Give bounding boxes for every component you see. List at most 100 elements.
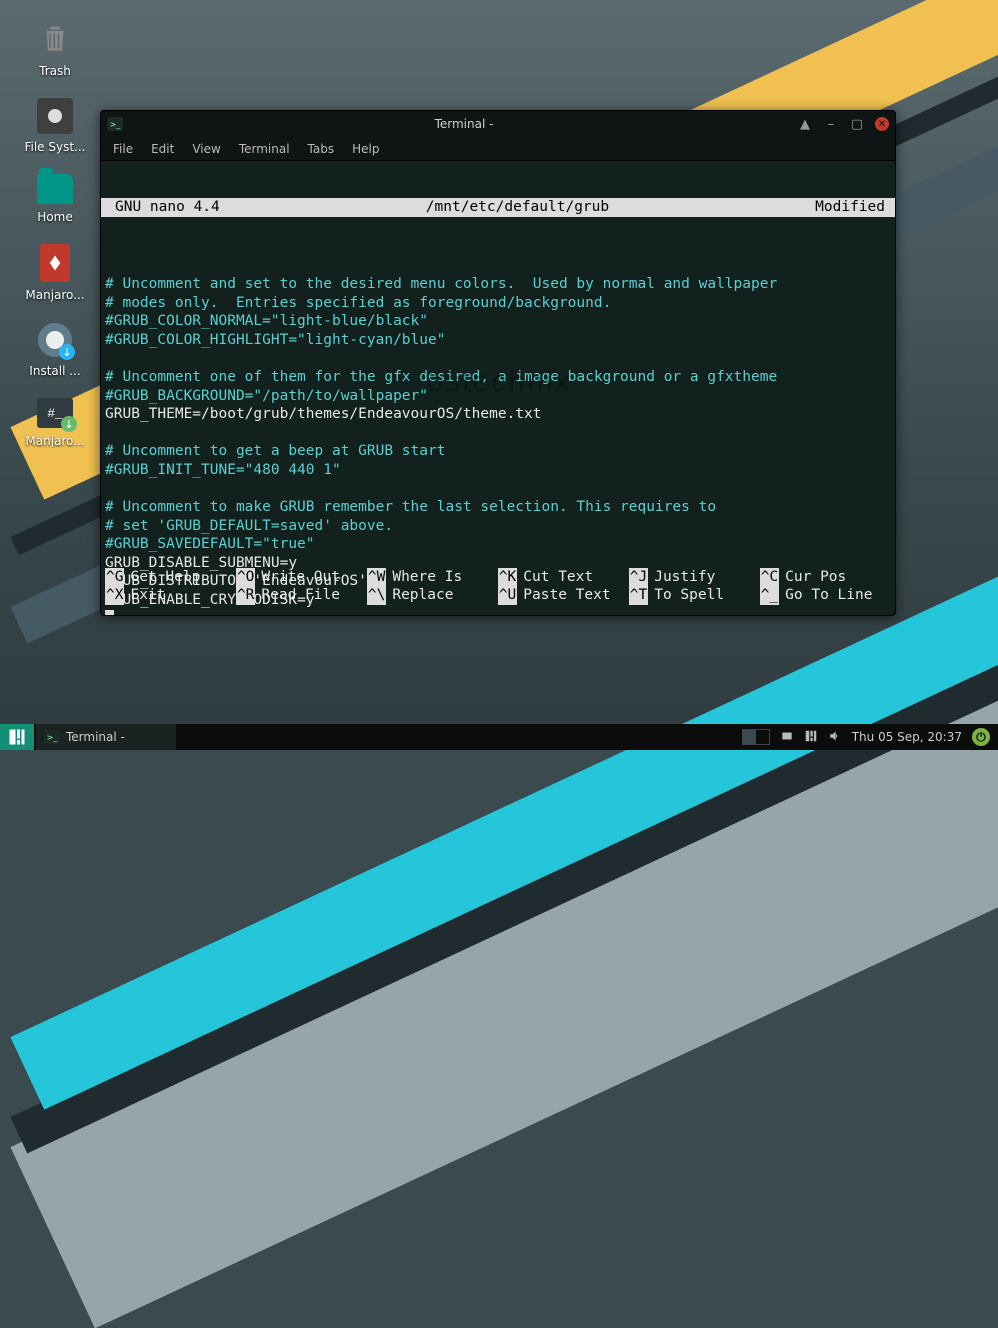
nano-shortcut: ^OWrite Out [236, 568, 367, 587]
nano-shortcut-key: ^R [236, 586, 255, 605]
nano-line: # Uncomment to get a beep at GRUB start [105, 442, 891, 461]
desktop-icon-label: Trash [18, 64, 92, 78]
installer-icon: ↓ [37, 322, 73, 358]
nano-line: #GRUB_INIT_TUNE="480 440 1" [105, 461, 891, 480]
nano-line: # set 'GRUB_DEFAULT=saved' above. [105, 517, 891, 536]
nano-shortcut: ^WWhere Is [367, 568, 498, 587]
nano-shortcut: ^UPaste Text [498, 586, 629, 605]
desktop-icon-home[interactable]: Home [18, 174, 92, 224]
volume-icon[interactable] [828, 729, 842, 746]
nano-shortcut: ^JJustify [629, 568, 760, 587]
trash-icon [35, 18, 75, 58]
desktop-icon-install[interactable]: ↓ Install ... [18, 322, 92, 378]
terminal-launcher-icon: #_↓ [37, 398, 73, 428]
nano-shortcut: ^RRead File [236, 586, 367, 605]
nano-shortcut-label: Justify [648, 568, 715, 587]
nano-shortcut: ^_Go To Line [760, 586, 891, 605]
terminal-window: >_ Terminal - ▲ – ▢ ✕ File Edit View Ter… [100, 110, 896, 616]
nano-file-path: /mnt/etc/default/grub [220, 198, 815, 217]
desktop-icon-label: File Syst... [18, 140, 92, 154]
terminal-menubar: File Edit View Terminal Tabs Help [101, 137, 895, 161]
nano-shortcut-key: ^J [629, 568, 648, 587]
window-close-button[interactable]: ✕ [875, 117, 889, 131]
nano-shortcut-key: ^U [498, 586, 517, 605]
nano-shortcut-label: Paste Text [517, 586, 610, 605]
pdf-icon [40, 244, 70, 282]
terminal-icon: >_ [107, 117, 123, 131]
desktop-icon-manjaro-arch[interactable]: #_↓ Manjaro... [18, 398, 92, 448]
menu-tabs[interactable]: Tabs [308, 142, 335, 156]
window-title: Terminal - [131, 117, 797, 131]
menu-view[interactable]: View [192, 142, 220, 156]
nano-header: GNU nano 4.4 /mnt/etc/default/grub Modif… [101, 198, 895, 217]
taskbar: >_ Terminal - Thu 05 Sep, 20:37 ⏻ [0, 724, 998, 750]
window-maximize-button[interactable]: ▢ [849, 116, 865, 132]
nano-shortcut-key: ^K [498, 568, 517, 587]
folder-icon [37, 174, 73, 204]
nano-shortcut-label: Get Help [124, 568, 200, 587]
window-minimize-button[interactable]: – [823, 116, 839, 132]
nano-shortcut-label: To Spell [648, 586, 724, 605]
nano-version: GNU nano 4.4 [107, 198, 220, 217]
desktop-icon-filesystem[interactable]: File Syst... [18, 98, 92, 154]
desktop-icon-label: Install ... [18, 364, 92, 378]
nano-shortcut-key: ^X [105, 586, 124, 605]
window-titlebar[interactable]: >_ Terminal - ▲ – ▢ ✕ [101, 111, 895, 137]
desktop-icon-manjaro-pdf[interactable]: Manjaro... [18, 244, 92, 302]
nano-shortcut-key: ^C [760, 568, 779, 587]
nano-shortcut-key: ^_ [760, 586, 779, 605]
nano-editor-content[interactable]: # Uncomment and set to the desired menu … [101, 254, 895, 615]
terminal-icon: >_ [44, 730, 60, 744]
nano-line: # Uncomment to make GRUB remember the la… [105, 498, 891, 517]
menu-file[interactable]: File [113, 142, 133, 156]
nano-shortcut-label: Exit [124, 586, 165, 605]
terminal-output[interactable]: GNU nano 4.4 /mnt/etc/default/grub Modif… [101, 161, 895, 615]
desktop-icon-label: Manjaro... [18, 288, 92, 302]
nano-shortcut-label: Read File [255, 586, 340, 605]
nano-shortcut-key: ^W [367, 568, 386, 587]
nano-status: Modified [815, 198, 889, 217]
removable-media-icon[interactable] [780, 729, 794, 746]
nano-line [105, 256, 891, 275]
nano-line: # Uncomment one of them for the gfx desi… [105, 368, 891, 387]
nano-shortcut-bar: ^GGet Help^OWrite Out^WWhere Is^KCut Tex… [101, 564, 895, 615]
workspace-switcher[interactable] [742, 729, 770, 745]
desktop-icon-label: Home [18, 210, 92, 224]
nano-line: # modes only. Entries specified as foreg… [105, 294, 891, 313]
nano-shortcut-label: Cut Text [517, 568, 593, 587]
nano-shortcut-key: ^T [629, 586, 648, 605]
nano-line [105, 424, 891, 443]
desktop-icon-label: Manjaro... [18, 434, 92, 448]
nano-line: #GRUB_COLOR_HIGHLIGHT="light-cyan/blue" [105, 331, 891, 350]
nano-line: # Uncomment and set to the desired menu … [105, 275, 891, 294]
menu-terminal[interactable]: Terminal [239, 142, 290, 156]
menu-help[interactable]: Help [352, 142, 379, 156]
nano-line: GRUB_THEME=/boot/grub/themes/EndeavourOS… [105, 405, 891, 424]
menu-edit[interactable]: Edit [151, 142, 174, 156]
nano-shortcut-key: ^O [236, 568, 255, 587]
nano-shortcut-label: Where Is [386, 568, 462, 587]
nano-line [105, 349, 891, 368]
nano-shortcut-key: ^G [105, 568, 124, 587]
nano-shortcut: ^CCur Pos [760, 568, 891, 587]
start-menu-button[interactable] [0, 724, 34, 750]
desktop-icon-trash[interactable]: Trash [18, 18, 92, 78]
window-keep-above-button[interactable]: ▲ [797, 116, 813, 132]
taskbar-app-label: Terminal - [66, 730, 125, 744]
nano-shortcut: ^TTo Spell [629, 586, 760, 605]
nano-shortcut: ^XExit [105, 586, 236, 605]
nano-shortcut: ^GGet Help [105, 568, 236, 587]
nano-shortcut-key: ^\ [367, 586, 386, 605]
taskbar-app-terminal[interactable]: >_ Terminal - [36, 724, 176, 750]
nano-shortcut: ^KCut Text [498, 568, 629, 587]
nano-line: #GRUB_BACKGROUND="/path/to/wallpaper" [105, 387, 891, 406]
nano-shortcut-label: Go To Line [779, 586, 872, 605]
tray-manjaro-icon[interactable] [804, 729, 818, 746]
nano-shortcut-label: Write Out [255, 568, 340, 587]
nano-shortcut: ^\Replace [367, 586, 498, 605]
power-button-icon[interactable]: ⏻ [972, 728, 990, 746]
nano-line: #GRUB_COLOR_NORMAL="light-blue/black" [105, 312, 891, 331]
nano-line [105, 480, 891, 499]
clock[interactable]: Thu 05 Sep, 20:37 [852, 730, 962, 744]
nano-shortcut-label: Replace [386, 586, 453, 605]
